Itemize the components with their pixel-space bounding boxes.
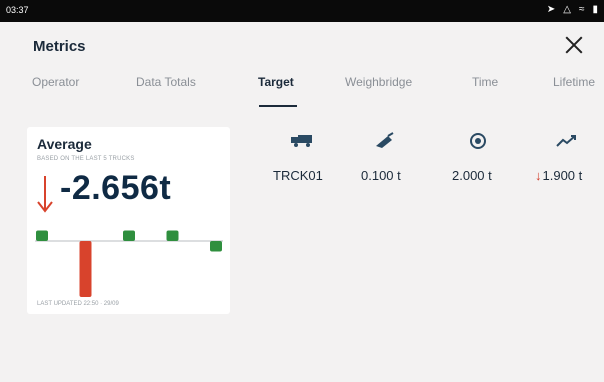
- status-bar: 03:37 ➤ △ ≈ ▮: [0, 0, 604, 22]
- chart-bar-2: [79, 241, 92, 297]
- wifi-icon: ≈: [578, 4, 585, 15]
- target-icon: [470, 133, 486, 149]
- chart-bar-4: [166, 230, 179, 241]
- sync-icon: △: [563, 4, 571, 15]
- chart-bar-3: [123, 230, 135, 241]
- dialog-title: Metrics: [33, 38, 86, 55]
- average-card: Average BASED ON THE LAST 5 TRUCKS -2.65…: [27, 127, 230, 314]
- truck-icon: [291, 135, 312, 147]
- close-icon[interactable]: [562, 33, 586, 57]
- trend-icon: [556, 135, 576, 147]
- average-value: -2.656t: [60, 169, 172, 207]
- cell-truck: TRCK01: [273, 168, 323, 183]
- tab-target[interactable]: Target: [258, 75, 294, 89]
- trend-down-arrow-icon: [37, 176, 53, 213]
- average-deviation-chart: [35, 230, 223, 297]
- chart-bar-5: [210, 241, 222, 252]
- down-arrow-icon: ↓: [535, 168, 542, 183]
- cell-loaded: 0.100 t: [361, 168, 401, 183]
- tab-time[interactable]: Time: [472, 75, 498, 89]
- cell-difference: ↓1.900 t: [535, 168, 582, 183]
- tab-bar: Operator Data Totals Target Weighbridge …: [0, 75, 604, 109]
- tab-data-totals[interactable]: Data Totals: [136, 75, 196, 89]
- tab-lifetime[interactable]: Lifetime: [553, 75, 595, 89]
- status-time: 03:37: [6, 5, 29, 15]
- signal-icon: ▮: [592, 4, 598, 15]
- tab-weighbridge[interactable]: Weighbridge: [345, 75, 412, 89]
- shovel-icon: [376, 132, 394, 148]
- navigation-icon: ➤: [546, 4, 556, 15]
- average-title: Average: [37, 136, 92, 152]
- cell-target: 2.000 t: [452, 168, 492, 183]
- tab-operator[interactable]: Operator: [32, 75, 79, 89]
- status-icons: ➤ △ ≈ ▮: [547, 4, 598, 16]
- chart-bar-1: [36, 230, 48, 241]
- average-subtitle: BASED ON THE LAST 5 TRUCKS: [37, 156, 135, 162]
- last-updated: LAST UPDATED 22:50 · 29/09: [37, 301, 119, 307]
- active-tab-indicator: [259, 105, 297, 107]
- difference-value: 1.900 t: [542, 168, 583, 183]
